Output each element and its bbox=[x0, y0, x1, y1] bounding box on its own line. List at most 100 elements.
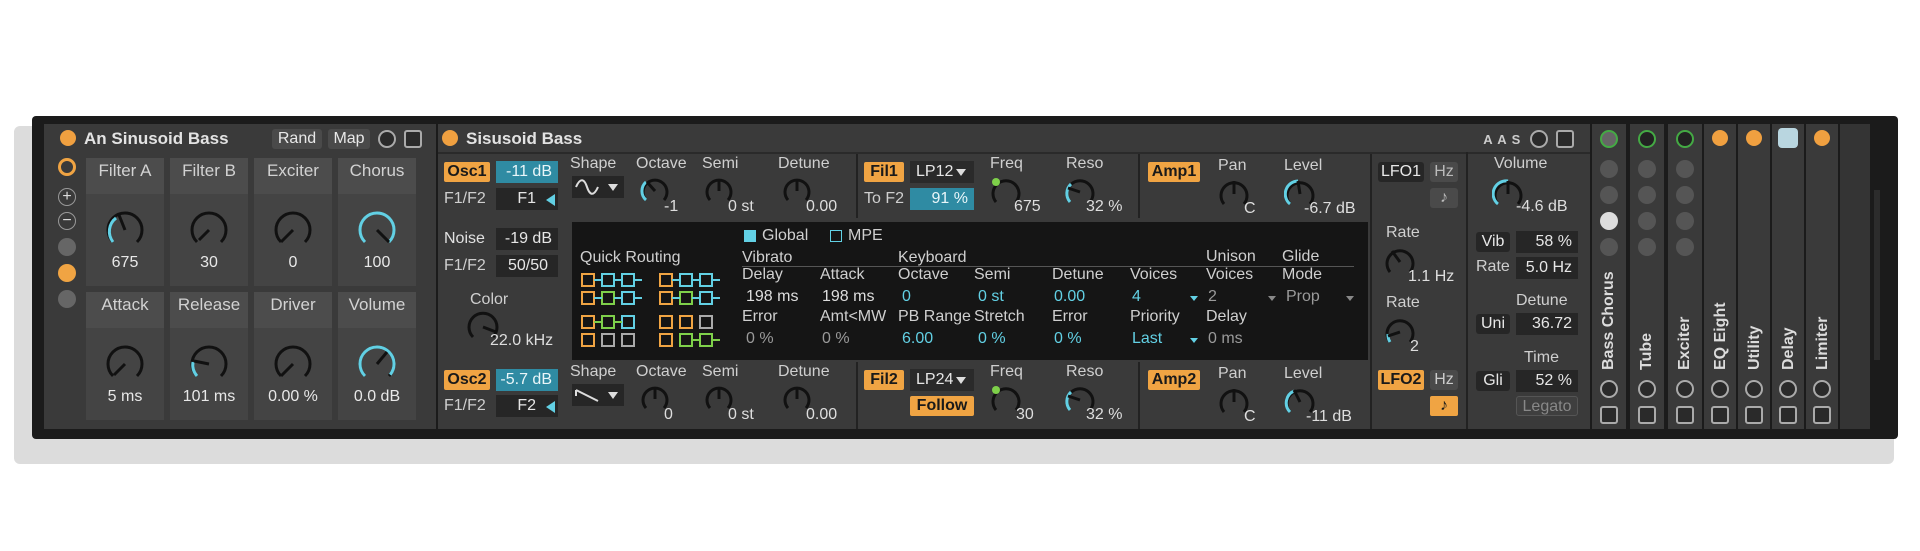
global-checkbox[interactable] bbox=[744, 230, 756, 242]
chorus-save-icon[interactable] bbox=[1600, 406, 1618, 424]
macro-knob[interactable] bbox=[273, 344, 313, 384]
gli-button[interactable]: Gli bbox=[1476, 371, 1510, 391]
macro-knob[interactable] bbox=[357, 210, 397, 250]
lfo2-hz-button[interactable]: Hz bbox=[1430, 370, 1458, 390]
utility-save-icon[interactable] bbox=[1745, 406, 1763, 424]
utility-power-button[interactable] bbox=[1746, 130, 1762, 146]
osc1-toggle[interactable]: Osc1 bbox=[444, 162, 490, 182]
amp2-toggle[interactable]: Amp2 bbox=[1148, 370, 1200, 390]
lfo1-hz-button[interactable]: Hz bbox=[1430, 162, 1458, 182]
delay-power-button[interactable] bbox=[1778, 128, 1798, 148]
osc2-shape-select[interactable] bbox=[572, 384, 624, 406]
macro-2[interactable]: Filter B 30 bbox=[170, 158, 248, 286]
save-icon[interactable] bbox=[404, 130, 422, 148]
chorus-list-icon[interactable] bbox=[1600, 238, 1618, 256]
macro-view-icon[interactable] bbox=[58, 158, 76, 176]
chain-device-eq-eight[interactable]: EQ Eight bbox=[1704, 124, 1736, 429]
stretch-value[interactable]: 0 % bbox=[978, 330, 1006, 348]
hot-swap-icon[interactable] bbox=[378, 130, 396, 148]
remove-macro-icon[interactable]: − bbox=[58, 212, 76, 230]
add-macro-icon[interactable]: + bbox=[58, 188, 76, 206]
vertical-scrollbar[interactable] bbox=[1874, 190, 1880, 360]
vib-delay-value[interactable]: 198 ms bbox=[746, 288, 798, 306]
snapshot-icon[interactable] bbox=[58, 238, 76, 256]
aas-a1-button[interactable]: A bbox=[1482, 130, 1494, 150]
time-value[interactable]: 52 % bbox=[1516, 370, 1578, 392]
routing-diagram-icon[interactable] bbox=[580, 270, 732, 354]
tube-save-icon[interactable] bbox=[1638, 406, 1656, 424]
kb-error-value[interactable]: 0 % bbox=[1054, 330, 1082, 348]
vib-attack-value[interactable]: 198 ms bbox=[822, 288, 874, 306]
exciter-swap-icon[interactable] bbox=[1676, 380, 1694, 398]
pb-range-value[interactable]: 6.00 bbox=[902, 330, 933, 348]
macro-3[interactable]: Exciter 0 bbox=[254, 158, 332, 286]
chain-list-icon[interactable] bbox=[58, 264, 76, 282]
tube-chain-icon[interactable] bbox=[1638, 212, 1656, 230]
lfo2-button[interactable]: LFO2 bbox=[1378, 370, 1424, 390]
chorus-power-icon[interactable] bbox=[1600, 130, 1618, 148]
chorus-snapshot-icon[interactable] bbox=[1600, 186, 1618, 204]
vib-error-value[interactable]: 0 % bbox=[746, 330, 774, 348]
fil1-toggle[interactable]: Fil1 bbox=[864, 162, 904, 182]
exciter-power-icon[interactable] bbox=[1676, 130, 1694, 148]
tube-swap-icon[interactable] bbox=[1638, 380, 1656, 398]
voices-value[interactable]: 4 bbox=[1132, 288, 1141, 306]
aas-s-button[interactable]: S bbox=[1510, 130, 1522, 150]
macro-knob[interactable] bbox=[189, 210, 229, 250]
rand-button[interactable]: Rand bbox=[272, 129, 322, 149]
chorus-chain-icon[interactable] bbox=[1600, 212, 1618, 230]
exciter-snapshot-icon[interactable] bbox=[1676, 186, 1694, 204]
kb-semi-value[interactable]: 0 st bbox=[978, 288, 1004, 306]
map-button[interactable]: Map bbox=[328, 129, 370, 149]
macro-knob[interactable] bbox=[273, 210, 313, 250]
macro-knob[interactable] bbox=[105, 344, 145, 384]
vib-value[interactable]: 58 % bbox=[1516, 231, 1578, 253]
mpe-checkbox[interactable] bbox=[830, 230, 842, 242]
limiter-save-icon[interactable] bbox=[1813, 406, 1831, 424]
osc2-toggle[interactable]: Osc2 bbox=[444, 370, 490, 390]
eq-save-icon[interactable] bbox=[1711, 406, 1729, 424]
delay-save-icon[interactable] bbox=[1779, 406, 1797, 424]
amt-mw-value[interactable]: 0 % bbox=[822, 330, 850, 348]
fil1-to-value[interactable]: 91 % bbox=[910, 188, 974, 210]
synth-hot-swap-icon[interactable] bbox=[1530, 130, 1548, 148]
chorus-dial-icon[interactable] bbox=[1600, 160, 1618, 178]
osc2-level[interactable]: -5.7 dB bbox=[496, 369, 558, 391]
rack-power-button[interactable] bbox=[60, 130, 76, 146]
macro-8[interactable]: Volume 0.0 dB bbox=[338, 292, 416, 420]
lfo2-sync-button[interactable]: ♪ bbox=[1430, 396, 1458, 416]
macro-1[interactable]: Filter A 675 bbox=[86, 158, 164, 286]
chain-device-utility[interactable]: Utility bbox=[1738, 124, 1770, 429]
noise-level[interactable]: -19 dB bbox=[496, 228, 558, 250]
macro-5[interactable]: Attack 5 ms bbox=[86, 292, 164, 420]
kb-detune-value[interactable]: 0.00 bbox=[1054, 288, 1085, 306]
kb-octave-value[interactable]: 0 bbox=[902, 288, 911, 306]
macro-knob[interactable] bbox=[189, 344, 229, 384]
synth-save-icon[interactable] bbox=[1556, 130, 1574, 148]
limiter-swap-icon[interactable] bbox=[1813, 380, 1831, 398]
fil2-toggle[interactable]: Fil2 bbox=[864, 370, 904, 390]
priority-value[interactable]: Last bbox=[1132, 330, 1162, 348]
tube-dial-icon[interactable] bbox=[1638, 160, 1656, 178]
osc1-level[interactable]: -11 dB bbox=[496, 161, 558, 183]
chain-device-limiter[interactable]: Limiter bbox=[1806, 124, 1838, 429]
eq-swap-icon[interactable] bbox=[1711, 380, 1729, 398]
unison-voices-value[interactable]: 2 bbox=[1208, 288, 1217, 306]
detune-value[interactable]: 36.72 bbox=[1516, 313, 1578, 335]
tube-power-icon[interactable] bbox=[1638, 130, 1656, 148]
exciter-chain-icon[interactable] bbox=[1676, 212, 1694, 230]
lfo1-button[interactable]: LFO1 bbox=[1378, 162, 1424, 182]
exciter-dial-icon[interactable] bbox=[1676, 160, 1694, 178]
fil2-follow-button[interactable]: Follow bbox=[910, 396, 974, 416]
exciter-list-icon[interactable] bbox=[1676, 238, 1694, 256]
eq-power-button[interactable] bbox=[1712, 130, 1728, 146]
macro-knob[interactable] bbox=[105, 210, 145, 250]
lfo1-sync-button[interactable]: ♪ bbox=[1430, 188, 1458, 208]
osc1-shape-select[interactable] bbox=[572, 176, 624, 198]
chorus-swap-icon[interactable] bbox=[1600, 380, 1618, 398]
tube-snapshot-icon[interactable] bbox=[1638, 186, 1656, 204]
device-list-icon[interactable] bbox=[58, 290, 76, 308]
exciter-save-icon[interactable] bbox=[1676, 406, 1694, 424]
delay-swap-icon[interactable] bbox=[1779, 380, 1797, 398]
macro-knob[interactable] bbox=[357, 344, 397, 384]
